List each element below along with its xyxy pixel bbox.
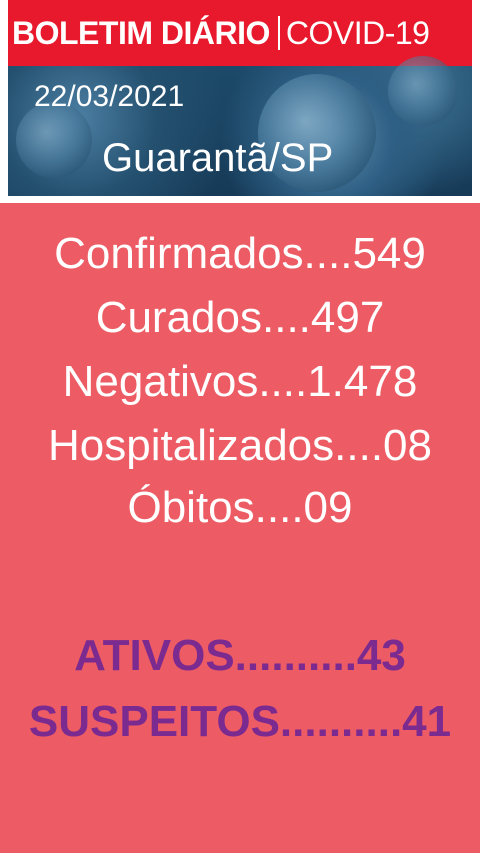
stat-hospitalized: Hospitalizados....08 <box>48 421 432 470</box>
bulletin-banner: BOLETIM DIÁRIO COVID-19 22/03/2021 Guara… <box>8 0 472 196</box>
banner-subtitle: COVID-19 <box>285 14 430 51</box>
banner-title-divider <box>277 16 280 50</box>
stats-panel: Confirmados....549 Curados....497 Negati… <box>0 203 480 853</box>
stat-recovered: Curados....497 <box>95 293 385 342</box>
banner-title: BOLETIM DIÁRIO <box>12 14 270 51</box>
banner-title-bar: BOLETIM DIÁRIO COVID-19 <box>8 0 472 66</box>
stat-deaths: Óbitos....09 <box>127 483 353 532</box>
stat-active: ATIVOS..........43 <box>74 631 406 680</box>
stat-negative: Negativos....1.478 <box>62 357 418 406</box>
bulletin-date: 22/03/2021 <box>34 80 185 113</box>
bulletin-city: Guarantã/SP <box>102 136 334 180</box>
stat-confirmed: Confirmados....549 <box>54 229 426 278</box>
virus-particle-icon <box>388 56 458 126</box>
stat-suspected: SUSPEITOS..........41 <box>28 697 452 746</box>
